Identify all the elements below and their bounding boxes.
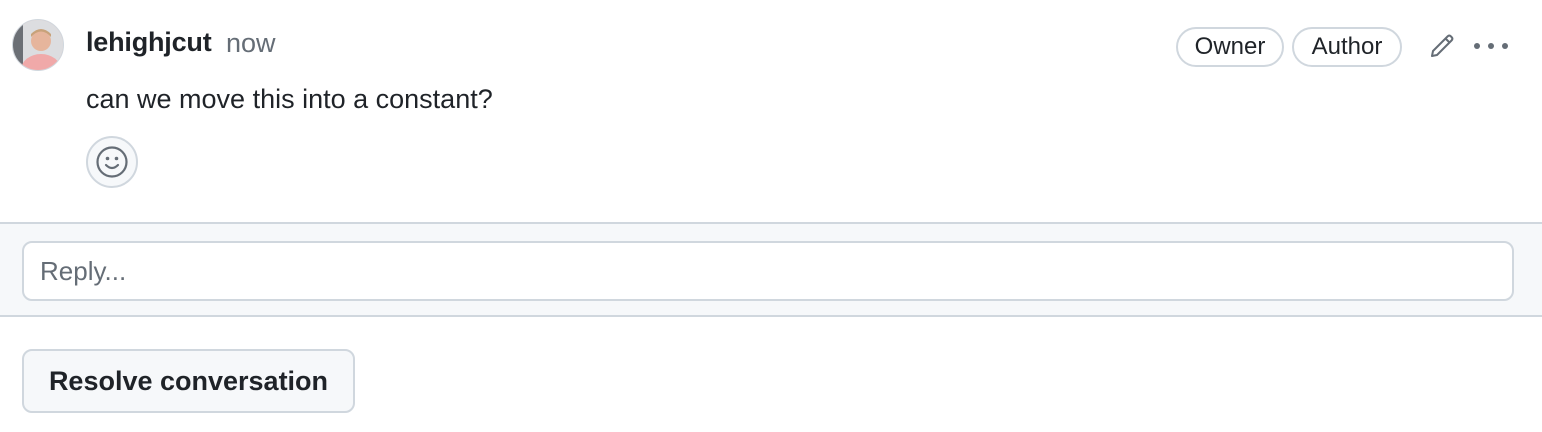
avatar-image	[13, 20, 63, 70]
pencil-icon	[1431, 34, 1454, 57]
edit-comment-button[interactable]	[1420, 24, 1464, 68]
reply-input[interactable]	[22, 241, 1514, 301]
comment-body: can we move this into a constant?	[86, 84, 493, 114]
author-badge: Author	[1292, 27, 1402, 67]
avatar[interactable]	[12, 19, 64, 71]
comment-timestamp[interactable]: now	[226, 28, 276, 59]
resolve-conversation-button[interactable]: Resolve conversation	[22, 349, 355, 413]
owner-badge: Owner	[1176, 27, 1284, 67]
kebab-horizontal-icon	[1474, 43, 1508, 49]
add-reaction-button[interactable]	[86, 136, 138, 188]
review-comment: lehighjcut now Owner Author can we move …	[0, 0, 1542, 222]
smiley-icon	[96, 146, 128, 178]
reply-area	[0, 222, 1542, 317]
comment-author[interactable]: lehighjcut	[86, 27, 212, 58]
comment-options-button[interactable]	[1468, 24, 1512, 68]
